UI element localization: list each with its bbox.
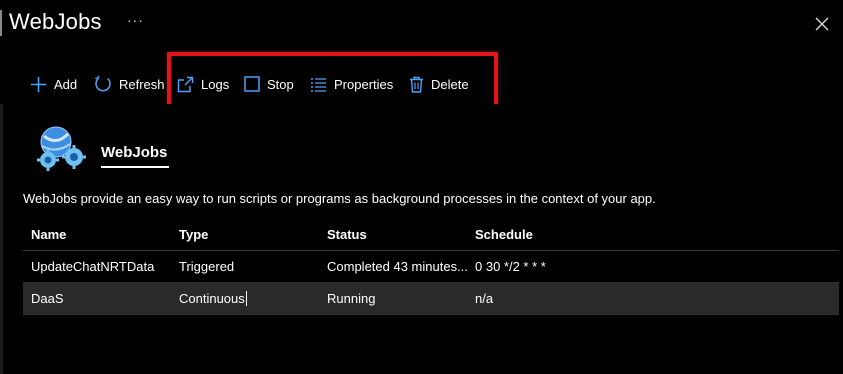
title-edge [0, 10, 2, 36]
close-button[interactable] [812, 14, 832, 34]
refresh-icon [95, 75, 111, 92]
logs-label: Logs [201, 76, 230, 92]
add-icon [31, 76, 46, 92]
column-header-status[interactable]: Status [327, 227, 469, 242]
properties-icon [311, 77, 326, 92]
stop-label: Stop [267, 76, 294, 92]
column-header-type[interactable]: Type [179, 227, 324, 242]
properties-button[interactable]: Properties [310, 68, 393, 100]
table-header-row: Name Type Status Schedule [23, 218, 839, 251]
page-title: WebJobs [9, 9, 102, 34]
delete-icon [410, 76, 423, 93]
section-description: WebJobs provide an easy way to run scrip… [23, 191, 656, 206]
add-button[interactable]: Add [30, 68, 77, 100]
refresh-button[interactable]: Refresh [94, 68, 165, 100]
cell-type: Continuous [179, 291, 245, 306]
panel-edge [0, 104, 3, 374]
table-row[interactable]: UpdateChatNRTData Triggered Completed 43… [23, 251, 839, 283]
cell-status: Running [327, 291, 376, 306]
section-title-underline [101, 166, 169, 168]
cell-type: Triggered [179, 259, 235, 274]
webjobs-table: Name Type Status Schedule UpdateChatNRTD… [23, 218, 839, 315]
add-label: Add [54, 76, 78, 92]
section-title: WebJobs [101, 144, 168, 161]
delete-label: Delete [431, 76, 469, 92]
cell-type-wrapper: Continuous [179, 291, 324, 306]
logs-button[interactable]: Logs [177, 68, 229, 100]
text-cursor [245, 291, 247, 306]
delete-button[interactable]: Delete [409, 68, 469, 100]
cell-schedule: n/a [475, 291, 494, 306]
column-header-schedule[interactable]: Schedule [475, 227, 675, 242]
cell-name: DaaS [31, 291, 64, 306]
stop-icon [244, 76, 260, 92]
refresh-label: Refresh [119, 76, 165, 92]
cell-status: Completed 43 minutes... [327, 259, 468, 274]
webjobs-icon [36, 124, 86, 174]
logs-icon [177, 76, 194, 92]
table-row-selected[interactable]: DaaS Continuous Running n/a [23, 283, 839, 315]
webjobs-blade: WebJobs ··· Add Refresh Logs Stop Proper… [0, 0, 843, 374]
column-header-name[interactable]: Name [31, 227, 176, 242]
cell-schedule: 0 30 */2 * * * [475, 259, 546, 274]
properties-label: Properties [334, 76, 394, 92]
more-options-button[interactable]: ··· [127, 12, 144, 28]
command-bar: Add Refresh Logs Stop Properties Delete [0, 68, 843, 100]
close-icon [815, 17, 829, 31]
title-bar: WebJobs ··· [0, 0, 843, 52]
cell-name: UpdateChatNRTData [31, 259, 155, 274]
stop-button[interactable]: Stop [244, 68, 294, 100]
